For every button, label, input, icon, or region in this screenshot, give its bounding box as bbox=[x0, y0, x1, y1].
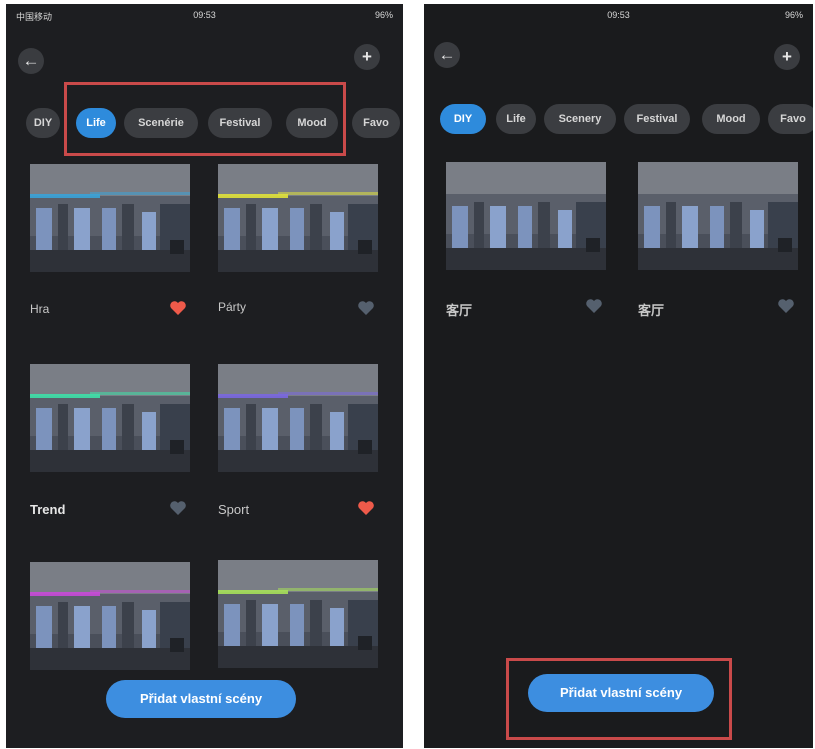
scene-label: Sport bbox=[218, 502, 250, 517]
battery-label: 96% bbox=[784, 10, 803, 20]
scene-label: 客厅 bbox=[446, 303, 473, 318]
scene-thumbnail bbox=[30, 562, 190, 670]
heart-icon[interactable] bbox=[356, 498, 376, 518]
tab-diy[interactable]: DIY bbox=[26, 108, 60, 138]
tab-scenery[interactable]: Scenery bbox=[544, 104, 616, 134]
scene-label: Párty bbox=[218, 300, 247, 314]
status-bar: 09:53 96% bbox=[424, 4, 813, 26]
scene-label: Trend bbox=[30, 502, 66, 517]
heart-icon[interactable] bbox=[168, 298, 188, 318]
add-custom-scene-button[interactable]: Přidat vlastní scény bbox=[106, 680, 296, 718]
status-bar: 中国移动 09:53 96% bbox=[6, 4, 403, 26]
scene-thumbnail bbox=[30, 164, 190, 272]
scene-thumbnail bbox=[218, 560, 378, 668]
scene-label: 客厅 bbox=[638, 303, 665, 318]
heart-icon[interactable] bbox=[356, 298, 376, 318]
heart-icon[interactable] bbox=[168, 498, 188, 518]
category-tabs: DIY Life Scenery Festival Mood Favo bbox=[424, 104, 813, 144]
carrier-label: 中国移动 bbox=[16, 12, 53, 22]
scene-thumbnail bbox=[218, 164, 378, 272]
back-icon[interactable]: ← bbox=[18, 48, 44, 74]
scene-thumbnail bbox=[218, 364, 378, 472]
highlight-box-tabs bbox=[64, 82, 346, 156]
heart-icon[interactable] bbox=[776, 296, 796, 316]
tab-mood[interactable]: Mood bbox=[702, 104, 760, 134]
plus-icon[interactable]: + bbox=[354, 44, 380, 70]
left-phone-screen: 中国移动 09:53 96% ← + DIY Life Scenérie Fes… bbox=[6, 4, 403, 748]
tab-life[interactable]: Life bbox=[496, 104, 536, 134]
battery-label: 96% bbox=[374, 10, 393, 20]
scene-thumbnail bbox=[638, 162, 798, 270]
tab-favorites[interactable]: Favo bbox=[352, 108, 400, 138]
tab-diy[interactable]: DIY bbox=[440, 104, 486, 134]
clock: 09:53 bbox=[193, 10, 216, 20]
plus-icon[interactable]: + bbox=[774, 44, 800, 70]
tab-festival[interactable]: Festival bbox=[624, 104, 690, 134]
scene-label: Hra bbox=[30, 302, 50, 316]
back-icon[interactable]: ← bbox=[434, 42, 460, 68]
heart-icon[interactable] bbox=[584, 296, 604, 316]
tab-favorites[interactable]: Favo bbox=[768, 104, 813, 134]
scene-thumbnail bbox=[446, 162, 606, 270]
scene-thumbnail bbox=[30, 364, 190, 472]
highlight-box-add-button bbox=[506, 658, 732, 740]
clock: 09:53 bbox=[607, 10, 630, 20]
right-phone-screen: 09:53 96% ← + DIY Life Scenery Festival … bbox=[424, 4, 813, 748]
